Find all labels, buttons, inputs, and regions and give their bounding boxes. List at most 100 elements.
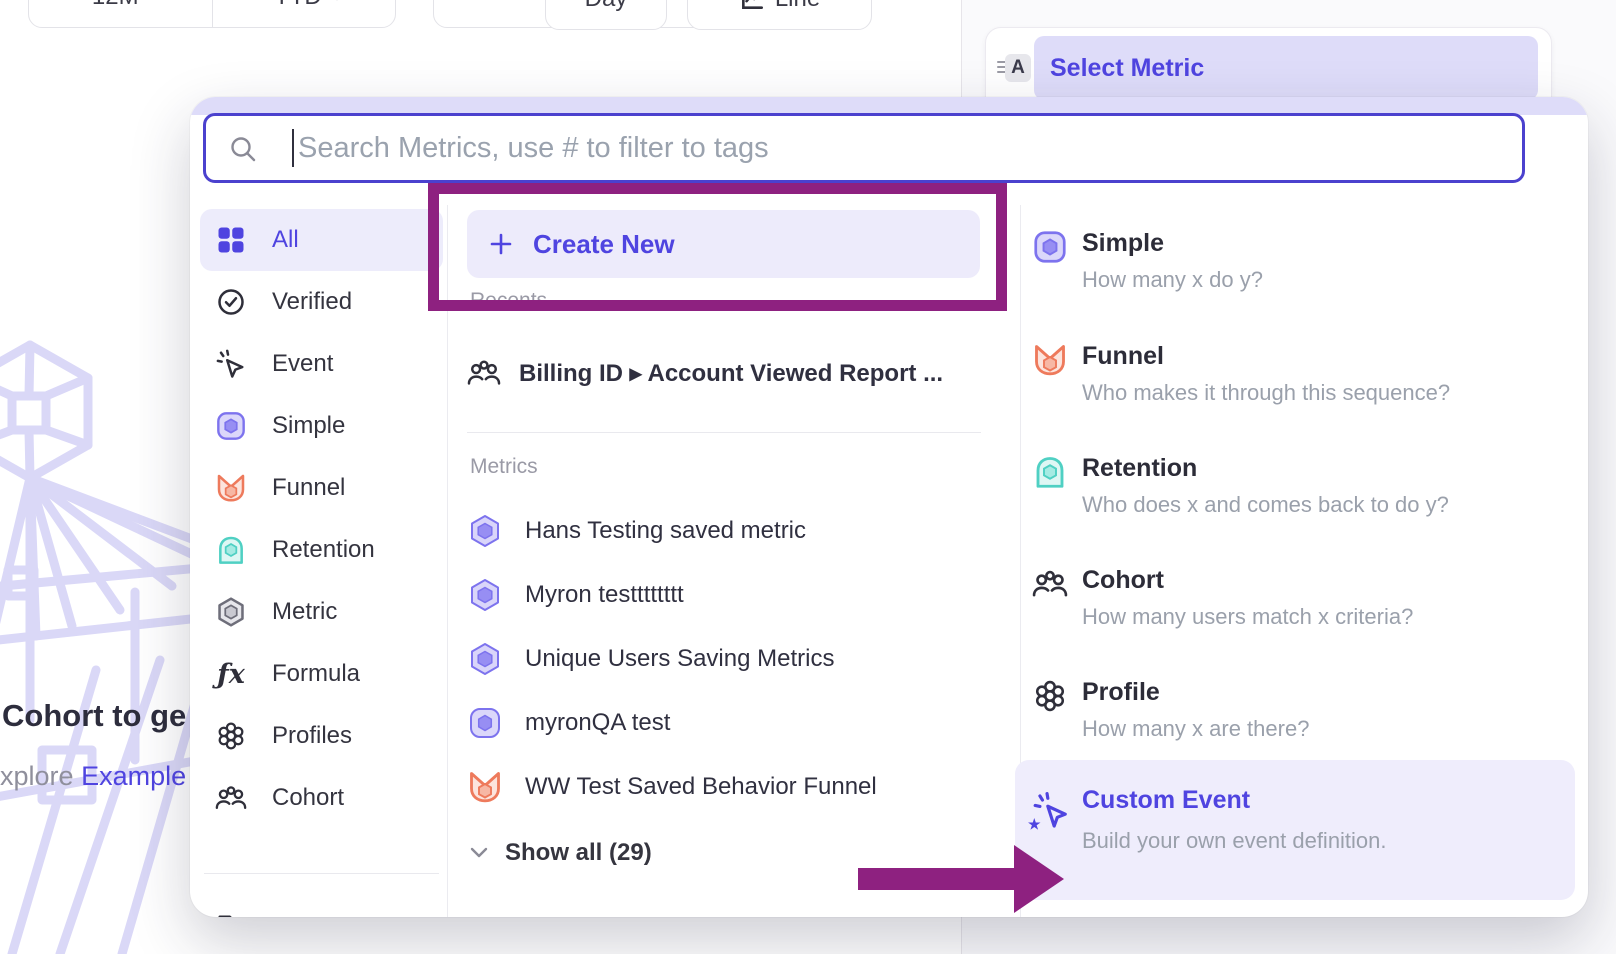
list-item-label: Hans Testing saved metric — [525, 517, 806, 545]
wireframe-illustration — [0, 330, 200, 954]
list-item[interactable]: Myron testttttttt — [467, 563, 981, 627]
metric-type-subtitle: How many x do y? — [1082, 267, 1263, 293]
sidebar-divider — [447, 205, 448, 917]
metric-type-title: Profile — [1082, 678, 1160, 707]
select-metric-label: Select Metric — [1050, 54, 1204, 83]
simple-metric-icon — [1032, 229, 1068, 265]
example-link[interactable]: Example R — [81, 761, 190, 791]
metric-type-subtitle: Who makes it through this sequence? — [1082, 380, 1450, 406]
metric-type-simple[interactable]: Simple How many x do y? — [1032, 229, 1566, 313]
sidebar-item-all[interactable]: All — [200, 209, 443, 271]
metric-type-title: Simple — [1082, 229, 1164, 258]
select-metric-button[interactable]: Select Metric — [1034, 36, 1538, 100]
sidebar-item-label: Cohort — [272, 784, 344, 812]
metrics-heading: Metrics — [470, 455, 538, 479]
sidebar-item-label: Formula — [272, 660, 360, 688]
search-input[interactable] — [206, 116, 1522, 180]
grid-icon — [214, 223, 248, 257]
sidebar-item-verified[interactable]: Verified — [200, 271, 443, 333]
segment-divider — [212, 0, 213, 27]
metric-type-title: Cohort — [1082, 566, 1164, 595]
type-filter-sidebar: All Verified Event Simple — [200, 209, 443, 917]
sidebar-item-formula[interactable]: ƒx Formula — [200, 643, 443, 705]
show-all-toggle[interactable]: Show all (29) — [469, 831, 652, 875]
metric-type-title: Custom Event — [1082, 786, 1250, 815]
range-ytd-label: YTD — [274, 0, 322, 11]
funnel-icon — [1032, 342, 1068, 378]
list-item-label: Myron testttttttt — [525, 581, 684, 609]
create-new-button[interactable]: Create New — [467, 210, 980, 278]
line-label: Line — [775, 0, 820, 13]
sidebar-item-label: Retention — [272, 536, 375, 564]
retention-icon — [1032, 454, 1068, 490]
range-ytd-button[interactable]: YTD — [223, 0, 396, 27]
metrics-section-divider — [467, 432, 981, 433]
sidebar-item-label: Tags — [272, 914, 323, 917]
metric-type-subtitle: How many x are there? — [1082, 716, 1309, 742]
metric-hexagon-icon — [467, 641, 503, 677]
metric-type-subtitle: How many users match x criteria? — [1082, 604, 1413, 630]
tag-icon — [214, 911, 248, 917]
metric-type-title: Funnel — [1082, 342, 1164, 371]
chevron-down-icon — [330, 0, 344, 2]
explore-prefix: xplore — [0, 761, 74, 791]
profiles-cluster-icon — [214, 719, 248, 753]
sidebar-item-cohort[interactable]: Cohort — [200, 767, 443, 829]
metric-hexagon-icon — [467, 577, 503, 613]
day-button[interactable]: Day — [545, 0, 667, 30]
sidebar-item-funnel[interactable]: Funnel — [200, 457, 443, 519]
background-headline: Cohort to ge — [2, 698, 190, 734]
line-chart-icon — [739, 0, 765, 12]
list-item-label: WW Test Saved Behavior Funnel — [525, 773, 877, 801]
metric-type-funnel[interactable]: Funnel Who makes it through this sequenc… — [1032, 342, 1566, 426]
sidebar-item-label: Profiles — [272, 722, 352, 750]
sidebar-item-label: Event — [272, 350, 333, 378]
range-12m-label: 12M — [92, 0, 139, 11]
screen: 12M YTD Compare Day Line Cohort to ge xp… — [0, 0, 1616, 954]
metric-hexagon-icon — [467, 513, 503, 549]
metric-type-subtitle: Build your own event definition. — [1082, 828, 1387, 854]
sidebar-item-simple[interactable]: Simple — [200, 395, 443, 457]
sidebar-item-metric[interactable]: Metric — [200, 581, 443, 643]
list-item-label: Unique Users Saving Metrics — [525, 645, 834, 673]
sidebar-section-divider — [204, 873, 439, 874]
verified-badge-icon — [214, 285, 248, 319]
cohort-people-icon — [214, 781, 248, 815]
saved-metrics-list: Hans Testing saved metric Myron testtttt… — [467, 499, 981, 819]
metric-type-custom-event[interactable]: ★ Custom Event Build your own event defi… — [1015, 760, 1575, 900]
list-item[interactable]: myronQA test — [467, 691, 981, 755]
metric-type-title: Retention — [1082, 454, 1197, 483]
list-item[interactable]: Unique Users Saving Metrics — [467, 627, 981, 691]
sidebar-item-event[interactable]: Event — [200, 333, 443, 395]
recents-heading: Recents — [470, 289, 547, 313]
date-range-segmented-control[interactable]: 12M YTD — [28, 0, 396, 28]
metric-type-subtitle: Who does x and comes back to do y? — [1082, 492, 1449, 518]
event-cursor-icon — [214, 347, 248, 381]
funnel-icon — [467, 769, 503, 805]
recent-item-label: Billing ID ▸ Account Viewed Report ... — [519, 359, 943, 388]
day-label: Day — [585, 0, 628, 13]
sidebar-item-label: Verified — [272, 288, 352, 316]
recent-item[interactable]: Billing ID ▸ Account Viewed Report ... — [467, 347, 943, 399]
formula-fx-icon: ƒx — [214, 657, 248, 691]
list-item[interactable]: Hans Testing saved metric — [467, 499, 981, 563]
sidebar-item-profiles[interactable]: Profiles — [200, 705, 443, 767]
line-chart-type-button[interactable]: Line — [687, 0, 872, 30]
list-item-label: myronQA test — [525, 709, 670, 737]
range-12m-button[interactable]: 12M — [29, 0, 202, 27]
cohort-people-icon — [1032, 566, 1068, 602]
create-new-label: Create New — [533, 229, 675, 260]
metric-type-retention[interactable]: Retention Who does x and comes back to d… — [1032, 454, 1566, 538]
sidebar-item-label: All — [272, 226, 299, 254]
funnel-icon — [214, 471, 248, 505]
sidebar-item-retention[interactable]: Retention — [200, 519, 443, 581]
metric-type-cohort[interactable]: Cohort How many users match x criteria? — [1032, 566, 1566, 650]
metric-type-profile[interactable]: Profile How many x are there? — [1032, 678, 1566, 762]
list-item[interactable]: WW Test Saved Behavior Funnel — [467, 755, 981, 819]
chevron-down-icon — [469, 846, 489, 860]
series-a-badge: A — [1005, 54, 1031, 82]
star-glyph: ★ — [1028, 816, 1041, 833]
simple-metric-icon — [214, 409, 248, 443]
sidebar-item-tags[interactable]: Tags — [200, 897, 443, 917]
metric-hexagon-icon — [214, 595, 248, 629]
